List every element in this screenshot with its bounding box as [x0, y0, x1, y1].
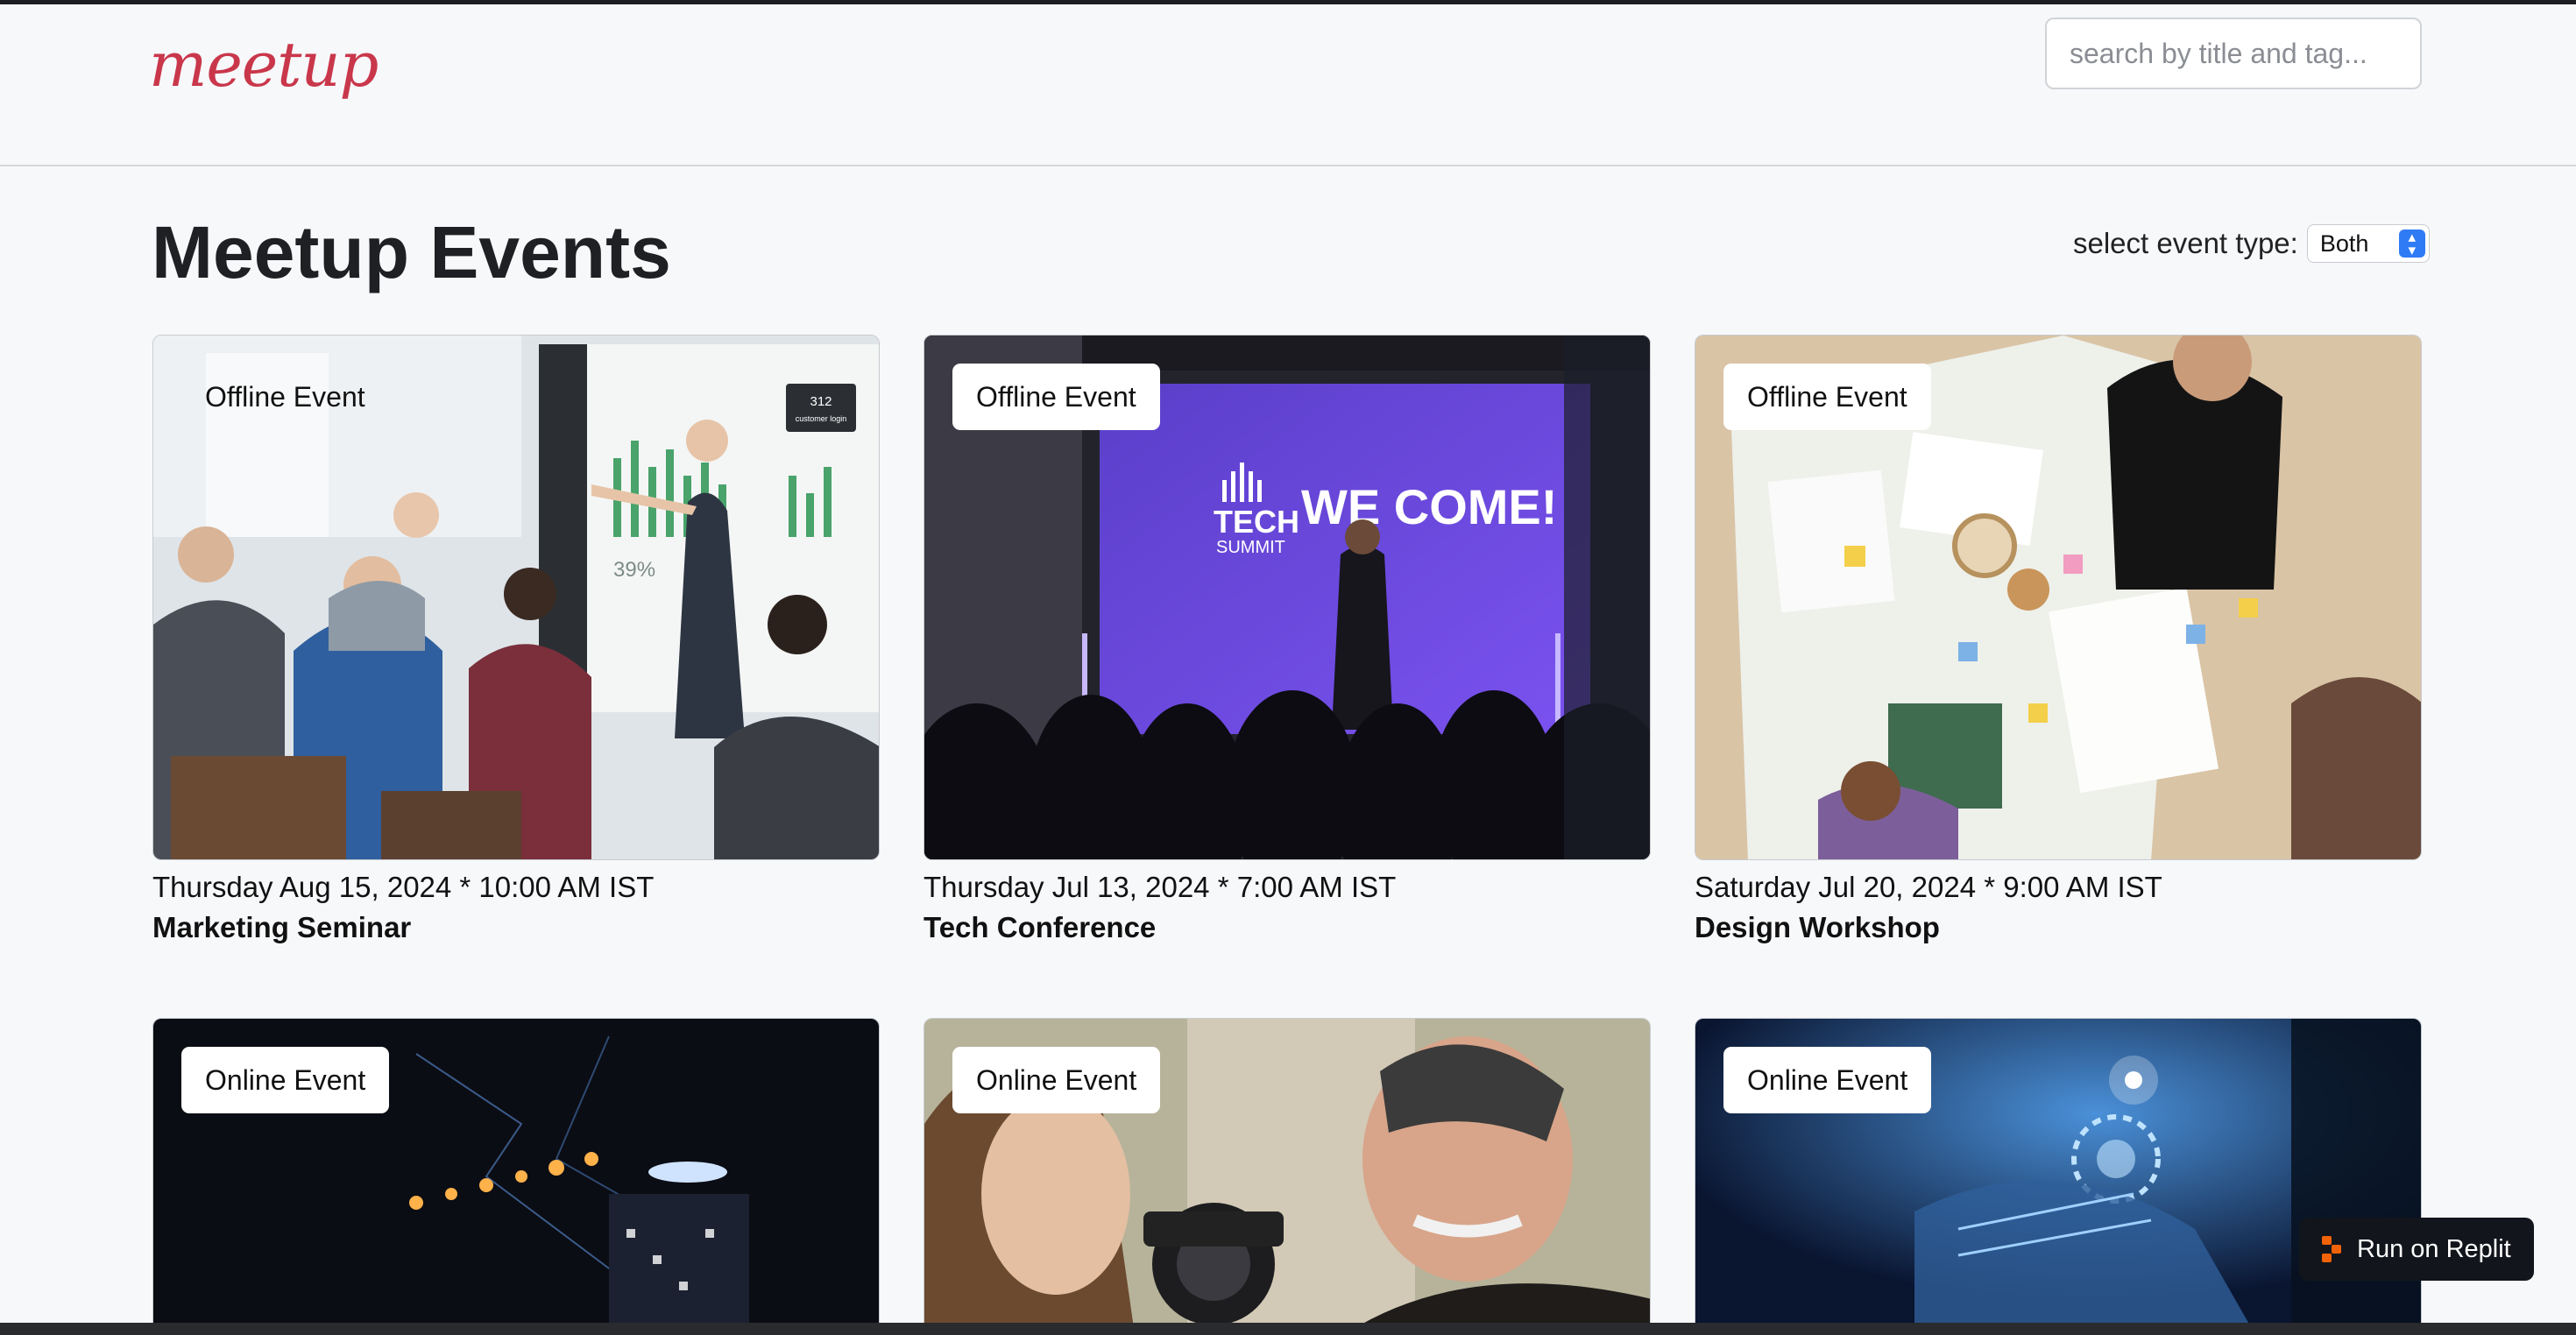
event-card-tech-conference[interactable]: TECH SUMMIT WE COME! Offline Event Thurs…: [924, 335, 1651, 944]
event-type-label: select event type:: [2073, 227, 2298, 259]
event-title[interactable]: Tech Conference: [924, 911, 1651, 944]
page-title: Meetup Events: [152, 211, 671, 293]
event-type-badge: Online Event: [1723, 1047, 1932, 1113]
event-image: Online Event: [1695, 1018, 2422, 1333]
event-card-online-3[interactable]: Online Event: [1695, 1018, 2422, 1333]
event-image: Online Event: [152, 1018, 880, 1333]
event-type-badge: Online Event: [181, 1047, 390, 1113]
event-type-badge: Offline Event: [952, 364, 1160, 430]
event-image: 312 customer login 39% Offline Event: [152, 335, 880, 860]
search-input[interactable]: [2045, 18, 2422, 89]
event-image: Offline Event: [1695, 335, 2422, 860]
svg-text:WE COME!: WE COME!: [1301, 479, 1557, 534]
event-type-value: Both: [2319, 230, 2369, 257]
select-stepper-icon: ▴ ▾: [2398, 230, 2425, 258]
window-bottom-edge: [0, 1323, 2576, 1335]
run-on-replit-label: Run on Replit: [2357, 1234, 2511, 1263]
replit-icon: [2322, 1236, 2343, 1262]
site-header: meetup: [0, 4, 2576, 166]
event-date: Thursday Jul 13, 2024 * 7:00 AM IST: [924, 871, 1397, 903]
event-card-online-2[interactable]: Online Event: [924, 1018, 1651, 1333]
event-card-online-1[interactable]: Online Event: [152, 1018, 880, 1333]
event-image: TECH SUMMIT WE COME! Offline Event: [924, 335, 1651, 860]
event-type-select[interactable]: Both ▴ ▾: [2306, 224, 2430, 263]
event-card-design-workshop[interactable]: Offline Event Saturday Jul 20, 2024 * 9:…: [1695, 335, 2422, 944]
event-date: Thursday Aug 15, 2024 * 10:00 AM IST: [152, 871, 655, 903]
event-type-badge: Online Event: [952, 1047, 1161, 1113]
event-card-marketing-seminar[interactable]: 312 customer login 39% Offline Event Thu…: [152, 335, 880, 944]
event-date: Saturday Jul 20, 2024 * 9:00 AM IST: [1695, 871, 2162, 903]
event-type-badge: Offline Event: [1723, 364, 1931, 430]
svg-text:customer login: customer login: [796, 414, 847, 423]
event-title[interactable]: Design Workshop: [1695, 911, 2422, 944]
event-image: Online Event: [924, 1018, 1651, 1333]
svg-text:312: 312: [810, 394, 832, 409]
meetup-logo[interactable]: meetup: [149, 29, 379, 101]
event-type-badge: Offline Event: [205, 381, 365, 413]
svg-text:TECH: TECH: [1214, 504, 1299, 540]
event-type-filter: select event type: Both ▴ ▾: [2073, 224, 2430, 263]
event-title[interactable]: Marketing Seminar: [152, 911, 880, 944]
svg-text:39%: 39%: [613, 558, 655, 582]
run-on-replit-button[interactable]: Run on Replit: [2299, 1218, 2534, 1281]
svg-text:SUMMIT: SUMMIT: [1216, 538, 1285, 557]
